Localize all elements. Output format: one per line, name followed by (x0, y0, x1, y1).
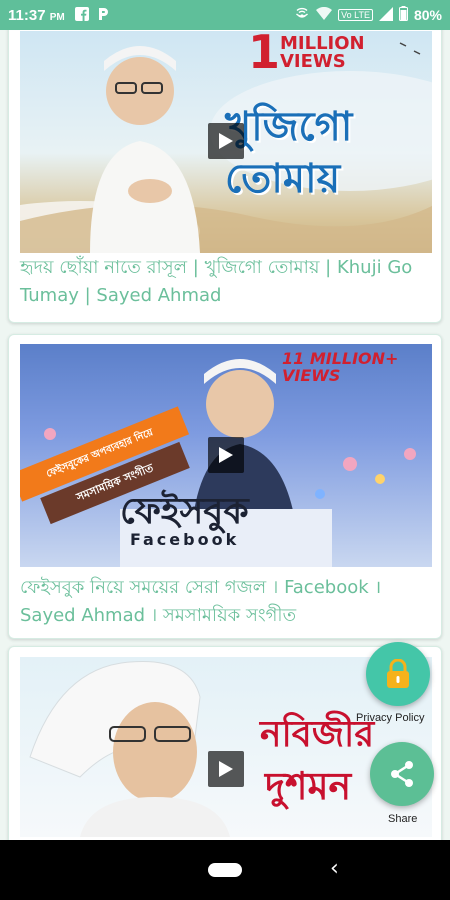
signal-icon (378, 6, 393, 24)
hotspot-icon (294, 7, 310, 24)
play-icon (219, 761, 233, 777)
share-button[interactable] (370, 742, 434, 806)
share-label: Share (388, 813, 418, 825)
system-nav-bar: ‹ (0, 840, 450, 900)
video-thumbnail[interactable]: 11 MILLION+ VIEWS ফেইসবুকের অপব্যবহার নি… (20, 344, 432, 567)
thumbnail-subtitle: Facebook (130, 530, 240, 549)
status-time: 11:37 PM (8, 6, 65, 24)
parking-icon (97, 7, 109, 24)
share-icon (391, 761, 413, 787)
play-button[interactable] (208, 437, 244, 473)
wifi-icon (316, 6, 333, 24)
views-count: 1 (248, 31, 281, 79)
play-button[interactable] (208, 123, 244, 159)
video-card[interactable]: 1 MILLION VIEWS খুজিগো তোমায় হৃদয় ছোঁয… (8, 30, 442, 323)
battery-icon (398, 6, 408, 24)
video-title[interactable]: হৃদয় ছোঁয়া নাতে রাসূল | খুজিগো তোমায় … (20, 254, 432, 310)
play-icon (219, 447, 233, 463)
views-label: 11 MILLION+ VIEWS (282, 349, 399, 385)
thumbnail-title-2: দুশমন (265, 764, 352, 808)
video-title[interactable]: ফেইসবুক নিয়ে সময়ের সেরা গজল । Facebook… (20, 574, 432, 630)
lock-icon (387, 659, 409, 688)
back-button[interactable]: ‹ (330, 856, 339, 881)
privacy-policy-label: Privacy Policy (356, 712, 425, 724)
thumbnail-title: খুজিগো তোমায় (225, 104, 353, 202)
status-bar: 11:37 PM Vo LTE 80% (0, 0, 450, 30)
home-button[interactable] (208, 863, 242, 877)
battery-percent: 80% (413, 7, 442, 23)
views-label: MILLION VIEWS (280, 33, 365, 72)
play-button[interactable] (208, 751, 244, 787)
privacy-policy-button[interactable] (366, 642, 430, 706)
play-icon (219, 133, 233, 149)
video-card[interactable]: 11 MILLION+ VIEWS ফেইসবুকের অপব্যবহার নি… (8, 334, 442, 639)
facebook-icon (74, 6, 89, 24)
network-tag: Vo LTE (338, 9, 373, 21)
video-thumbnail[interactable]: 1 MILLION VIEWS খুজিগো তোমায় (20, 31, 432, 253)
